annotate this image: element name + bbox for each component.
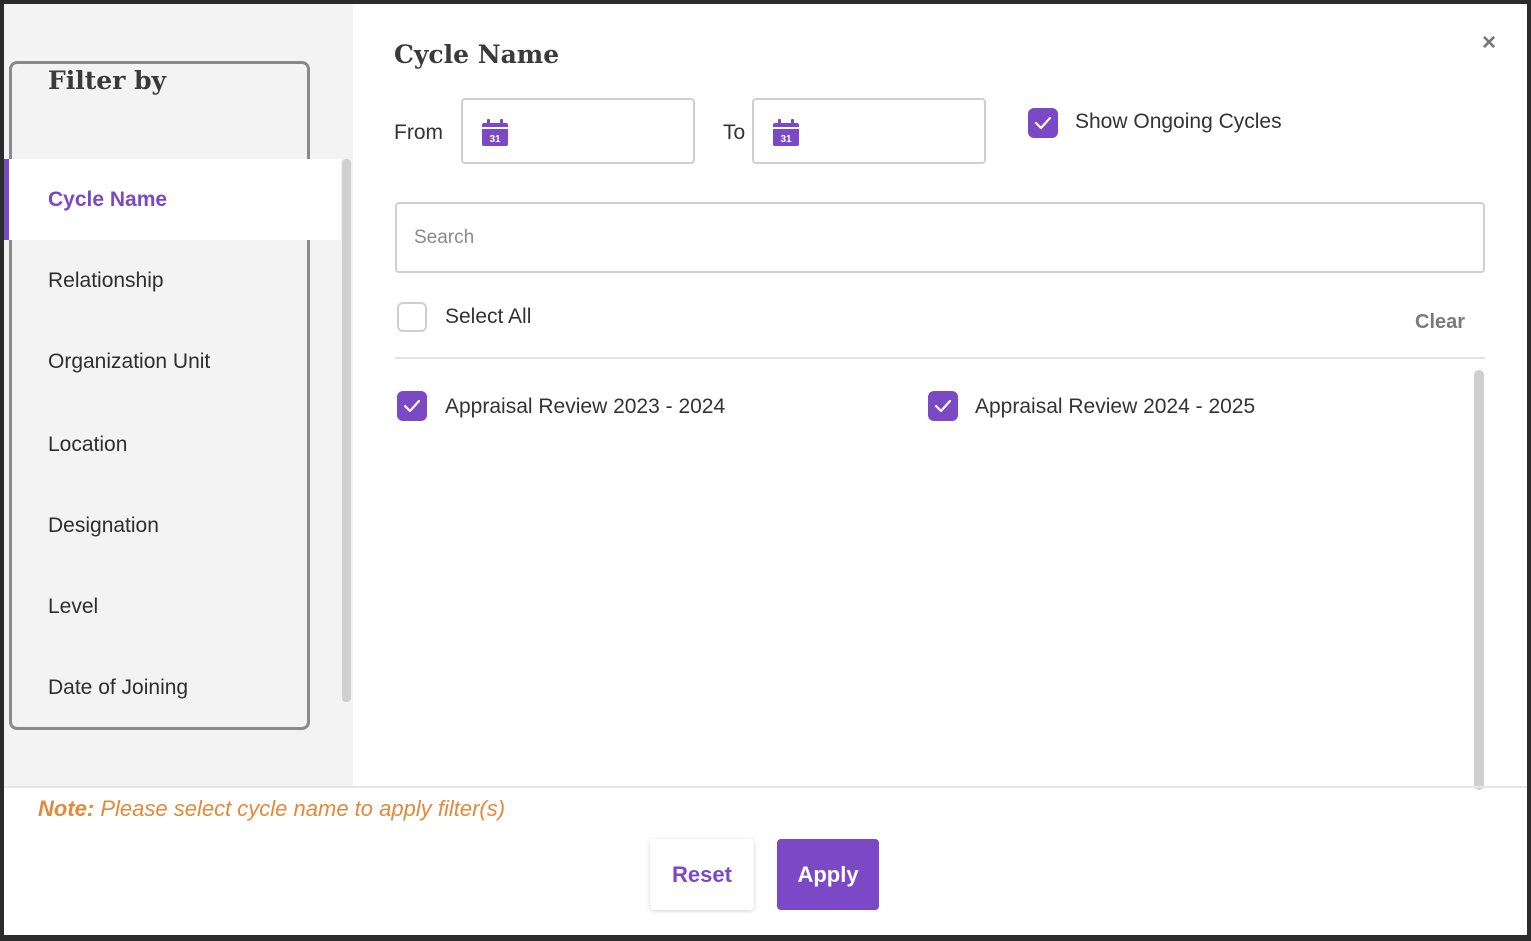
- check-icon: [1034, 116, 1052, 130]
- svg-text:31: 31: [489, 134, 501, 145]
- cycle-checkbox[interactable]: [928, 391, 958, 421]
- close-icon[interactable]: ×: [1478, 31, 1500, 55]
- sidebar-item-location[interactable]: Location: [4, 404, 341, 485]
- sidebar-item-date-of-joining[interactable]: Date of Joining: [4, 647, 341, 728]
- check-icon: [403, 399, 421, 413]
- apply-button[interactable]: Apply: [777, 839, 879, 910]
- footer-divider: [4, 786, 1527, 788]
- note-text: Please select cycle name to apply filter…: [94, 796, 506, 821]
- to-label: To: [723, 121, 746, 144]
- clear-button[interactable]: Clear: [1415, 311, 1465, 334]
- select-all-checkbox[interactable]: [397, 302, 427, 332]
- from-date-field[interactable]: 31: [461, 98, 695, 164]
- search-input[interactable]: [395, 202, 1485, 273]
- from-label: From: [394, 121, 443, 144]
- sidebar-item-label: Designation: [48, 513, 159, 537]
- list-scrollbar[interactable]: [1474, 370, 1484, 790]
- sidebar-item-label: Relationship: [48, 268, 164, 292]
- to-date-field[interactable]: 31: [752, 98, 986, 164]
- sidebar-item-label: Cycle Name: [48, 187, 168, 211]
- sidebar-item-designation[interactable]: Designation: [4, 485, 341, 566]
- calendar-icon[interactable]: 31: [771, 118, 801, 148]
- reset-button[interactable]: Reset: [650, 839, 754, 910]
- sidebar-item-label: Level: [48, 594, 99, 618]
- sidebar-item-relationship[interactable]: Relationship: [4, 240, 341, 321]
- calendar-icon[interactable]: 31: [480, 118, 510, 148]
- filter-modal: Filter by Cycle Name Relationship Organi…: [4, 4, 1527, 935]
- panel-title: Cycle Name: [394, 40, 560, 69]
- sidebar-item-cycle-name[interactable]: Cycle Name: [4, 159, 341, 240]
- select-all-label: Select All: [445, 305, 532, 328]
- sidebar-scrollbar[interactable]: [342, 159, 351, 702]
- list-divider: [395, 357, 1485, 359]
- sidebar-item-label: Date of Joining: [48, 675, 189, 699]
- sidebar-title: Filter by: [48, 66, 167, 95]
- footer-note: Note: Please select cycle name to apply …: [38, 796, 505, 822]
- sidebar-item-level[interactable]: Level: [4, 566, 341, 647]
- show-ongoing-label: Show Ongoing Cycles: [1075, 110, 1282, 133]
- sidebar-item-label: Organization Unit: [48, 349, 211, 373]
- cycle-checkbox[interactable]: [397, 391, 427, 421]
- sidebar-item-label: Location: [48, 432, 128, 456]
- cycle-label: Appraisal Review 2023 - 2024: [445, 395, 726, 418]
- sidebar-item-organization-unit[interactable]: Organization Unit: [4, 321, 341, 402]
- filter-sidebar: Filter by Cycle Name Relationship Organi…: [4, 4, 353, 786]
- cycle-label: Appraisal Review 2024 - 2025: [975, 395, 1256, 418]
- check-icon: [934, 399, 952, 413]
- show-ongoing-checkbox[interactable]: [1028, 108, 1058, 138]
- note-prefix: Note:: [38, 796, 95, 821]
- svg-text:31: 31: [780, 134, 792, 145]
